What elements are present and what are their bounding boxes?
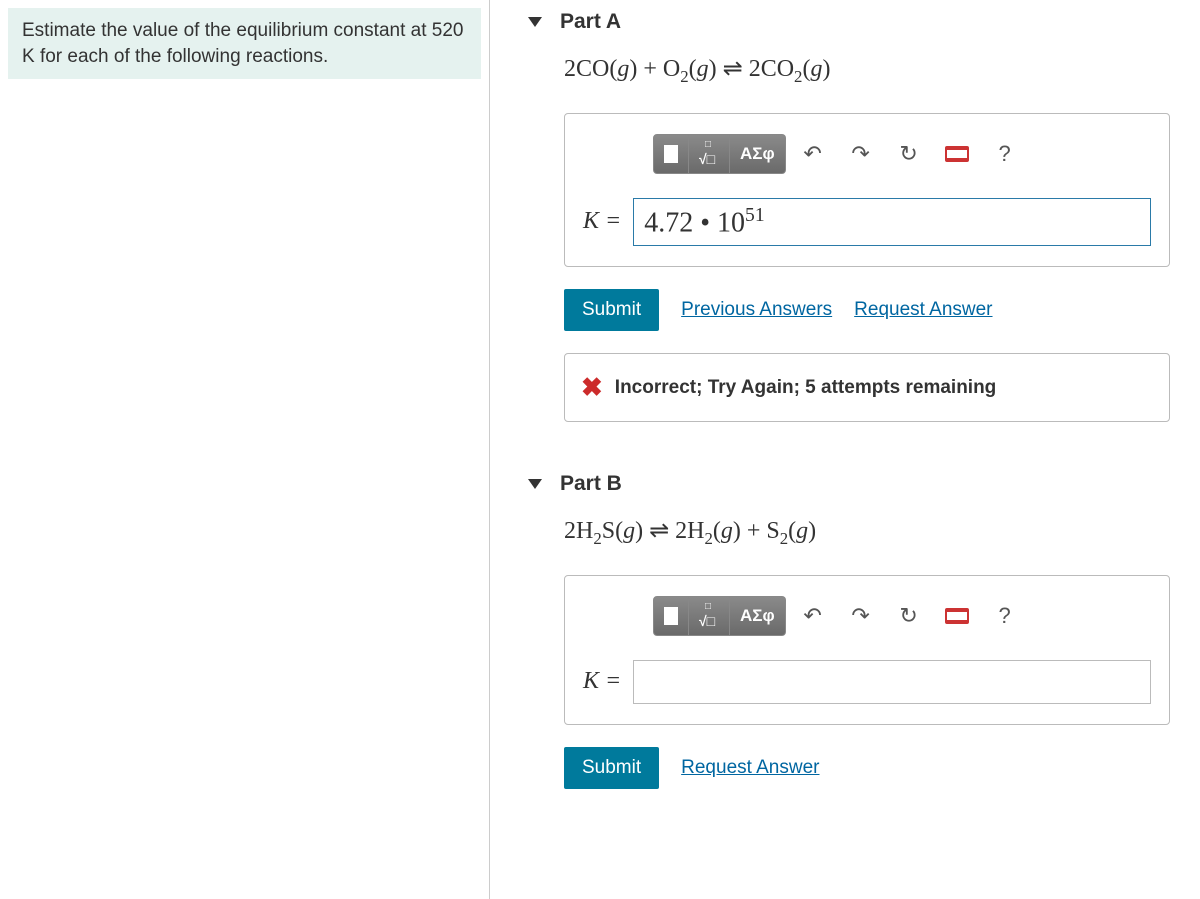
- equation-toolbar: ΑΣφ ↶ ↷ ↻ ?: [583, 596, 1151, 636]
- part-b-answer-frame: ΑΣφ ↶ ↷ ↻ ? K =: [564, 575, 1170, 725]
- rect-icon: [664, 607, 678, 625]
- redo-button[interactable]: ↷: [840, 134, 882, 174]
- feedback-text: Incorrect; Try Again; 5 attempts remaini…: [615, 377, 997, 399]
- part-b-answer-input[interactable]: [633, 660, 1151, 704]
- part-b: Part B 2H2S(g) ⇌ 2H2(g) + S2(g) ΑΣφ ↶ ↷ …: [520, 462, 1170, 789]
- greek-button[interactable]: ΑΣφ: [730, 134, 786, 174]
- help-button[interactable]: ?: [984, 134, 1026, 174]
- answers-panel: Part A 2CO(g) + O2(g) ⇌ 2CO2(g) ΑΣφ ↶ ↷ …: [490, 0, 1200, 899]
- math-templates-button[interactable]: [689, 134, 730, 174]
- math-templates-button[interactable]: [689, 596, 730, 636]
- help-button[interactable]: ?: [984, 596, 1026, 636]
- part-b-request-answer-link[interactable]: Request Answer: [681, 757, 819, 779]
- incorrect-icon: ✖: [581, 372, 603, 403]
- part-a-request-answer-link[interactable]: Request Answer: [854, 299, 992, 321]
- part-b-input-label: K =: [583, 668, 621, 695]
- undo-button[interactable]: ↶: [792, 596, 834, 636]
- part-b-title: Part B: [560, 472, 622, 496]
- templates-button[interactable]: [653, 596, 689, 636]
- redo-button[interactable]: ↷: [840, 596, 882, 636]
- part-a: Part A 2CO(g) + O2(g) ⇌ 2CO2(g) ΑΣφ ↶ ↷ …: [520, 0, 1170, 422]
- fraction-root-icon: [699, 143, 719, 165]
- question-text: Estimate the value of the equilibrium co…: [8, 8, 481, 79]
- part-a-title: Part A: [560, 10, 621, 34]
- undo-button[interactable]: ↶: [792, 134, 834, 174]
- keyboard-icon: [945, 146, 969, 162]
- keyboard-icon: [945, 608, 969, 624]
- part-a-answer-frame: ΑΣφ ↶ ↷ ↻ ? K = 4.72 • 1051: [564, 113, 1170, 267]
- templates-button[interactable]: [653, 134, 689, 174]
- reset-button[interactable]: ↻: [888, 596, 930, 636]
- previous-answers-link[interactable]: Previous Answers: [681, 299, 832, 321]
- part-b-header[interactable]: Part B: [520, 462, 1170, 516]
- equation-toolbar: ΑΣφ ↶ ↷ ↻ ?: [583, 134, 1151, 174]
- rect-icon: [664, 145, 678, 163]
- part-b-submit-button[interactable]: Submit: [564, 747, 659, 789]
- part-a-equation: 2CO(g) + O2(g) ⇌ 2CO2(g): [564, 54, 1170, 87]
- caret-down-icon: [528, 17, 542, 27]
- part-a-feedback: ✖ Incorrect; Try Again; 5 attempts remai…: [564, 353, 1170, 422]
- part-a-input-label: K =: [583, 208, 621, 235]
- part-a-answer-input[interactable]: 4.72 • 1051: [633, 198, 1151, 246]
- keyboard-button[interactable]: [936, 596, 978, 636]
- caret-down-icon: [528, 479, 542, 489]
- part-a-header[interactable]: Part A: [520, 0, 1170, 54]
- question-panel: Estimate the value of the equilibrium co…: [0, 0, 490, 899]
- fraction-root-icon: [699, 605, 719, 627]
- keyboard-button[interactable]: [936, 134, 978, 174]
- part-b-equation: 2H2S(g) ⇌ 2H2(g) + S2(g): [564, 516, 1170, 549]
- greek-button[interactable]: ΑΣφ: [730, 596, 786, 636]
- reset-button[interactable]: ↻: [888, 134, 930, 174]
- part-a-submit-button[interactable]: Submit: [564, 289, 659, 331]
